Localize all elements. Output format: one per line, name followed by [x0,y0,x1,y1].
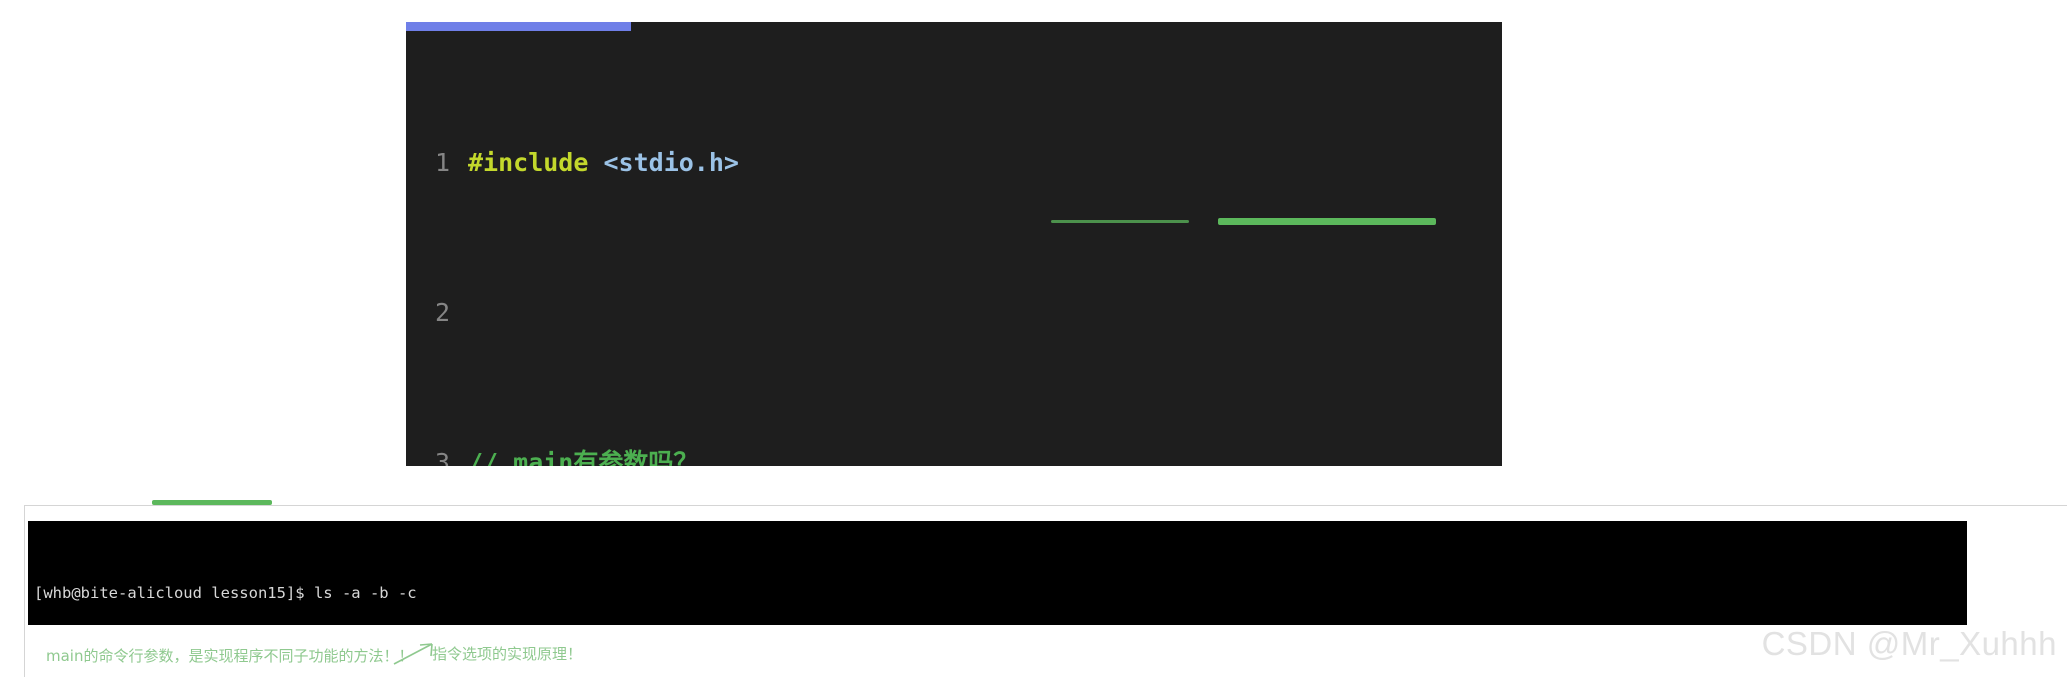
terminal-line-1: [whb@bite-alicloud lesson15]$ ls -a -b -… [34,584,1961,604]
code-line-1[interactable]: 1 #include <stdio.h> [406,144,1502,182]
token-include-directive: #include [468,147,589,177]
code-line-3[interactable]: 3 // main有参数吗？ [406,444,1502,467]
editor-horizontal-scrollbar-thumb[interactable] [406,22,631,31]
code-line-1-content: #include <stdio.h> [460,144,739,182]
code-line-2[interactable]: 2 [406,294,1502,332]
annotation-arrow-icon [393,643,433,665]
annotation-underline-argv [1218,218,1436,225]
line-number-1: 1 [434,147,450,177]
annotation-note-option-principle: 指令选项的实现原理！ [432,645,583,663]
terminal-prompt-1: [whb@bite-alicloud lesson15]$ [34,583,314,602]
line-number-2: 2 [434,297,450,327]
page-vertical-rule [24,505,25,677]
code-text-area[interactable]: 1 #include <stdio.h> 2 3 // main有参数吗？ 4 … [406,31,1502,467]
annotation-note-main-args: main的命令行参数，是实现程序不同子功能的方法！！ [46,647,414,665]
terminal-command-ls: ls -a -b -c [313,583,417,602]
token-include-header: <stdio.h> [603,147,739,177]
page-horizontal-rule [24,505,2067,506]
line-number-3: 3 [434,447,450,467]
annotation-underline-argc [1051,220,1189,223]
annotation-underline-above-terminal [152,500,272,505]
watermark-text: CSDN @Mr_Xuhhh [1761,625,2057,662]
code-comment-main-params: // main有参数吗？ [468,447,699,467]
editor-horizontal-scrollbar-track[interactable] [406,22,1502,31]
code-editor-panel[interactable]: 1 #include <stdio.h> 2 3 // main有参数吗？ 4 … [406,22,1502,466]
shell-terminal[interactable]: [whb@bite-alicloud lesson15]$ ls -a -b -… [28,521,1967,625]
